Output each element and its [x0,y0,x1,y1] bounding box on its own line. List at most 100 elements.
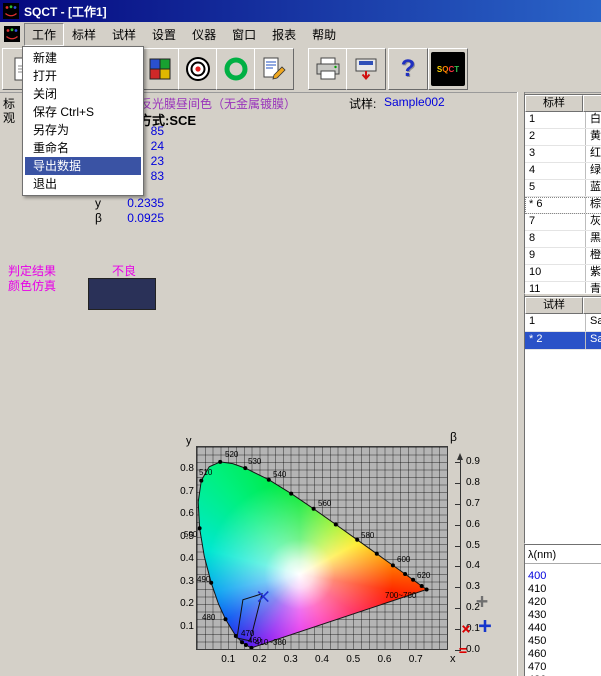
y-axis-title: y [186,435,192,447]
row-name-cell: 棕 [586,197,601,213]
table-row[interactable]: 2黄 [525,129,601,146]
color-sim-label: 颜色仿真 [8,277,56,294]
menubar-item-2[interactable]: 标样 [64,23,104,46]
wavelength-header: λ(nm) [525,545,601,564]
standards-table: 标样名称1白2黄3红4绿5蓝* 6棕7灰8黑9橙10紫11青 [524,94,601,294]
sqct-logo-icon: SQCT [431,52,465,86]
menubar-item-1[interactable]: 工作 [24,23,64,46]
x-tick-label: 0.7 [407,654,425,665]
y-label: y [95,196,101,210]
menu-item[interactable]: 打开 [25,67,141,85]
beta-tick [455,525,461,526]
table-row[interactable]: 3红 [525,146,601,163]
menubar-item-5[interactable]: 仪器 [184,23,224,46]
help-button[interactable]: ? [388,48,428,90]
row-number-cell: 9 [525,248,586,264]
table-row[interactable]: * 2Sample002 [525,332,601,350]
table-row[interactable]: 7灰 [525,214,601,231]
row-number-cell: 4 [525,163,586,179]
wavelength-row: 410 [525,583,601,596]
color-tiles-button[interactable] [140,48,180,90]
row-name-cell: 橙 [586,248,601,264]
menu-item[interactable]: 新建 [25,49,141,67]
wavelength-label: 490 [197,575,210,584]
menu-item[interactable]: 退出 [25,175,141,193]
table-header-row: 试样名称 [525,297,601,314]
menu-item[interactable]: 关闭 [25,85,141,103]
table-row[interactable]: 10紫 [525,265,601,282]
wavelength-row: 460 [525,648,601,661]
beta-tick-label: 0.4 [466,560,480,571]
beta-label: β [95,211,102,225]
printer-icon [315,56,341,82]
sqct-logo-button[interactable]: SQCT [428,48,468,90]
edit-doc-icon [261,56,287,82]
export-button[interactable] [346,48,386,90]
plot-marker: = [459,644,467,658]
menu-item[interactable]: 保存 Ctrl+S [25,103,141,121]
beta-tick [455,546,461,547]
y-tick-label: 0.8 [170,463,194,474]
beta-tick [455,608,461,609]
beta-tick [455,483,461,484]
wavelength-panel: λ(nm) 400410420430440450460470480 [524,544,601,676]
wavelength-label: 700~780 [385,591,416,600]
plot-marker: × [461,621,471,637]
menubar-item-4[interactable]: 设置 [144,23,184,46]
y-tick-label: 0.6 [170,508,194,519]
table-row[interactable]: 9橙 [525,248,601,265]
wavelength-label: 560 [318,499,331,508]
wavelength-row: 420 [525,596,601,609]
beta-tick [455,566,461,567]
table-header-cell: 试样 [525,297,583,314]
menu-item[interactable]: 重命名 [25,139,141,157]
table-row[interactable]: 1Sample001 [525,314,601,332]
menu-items: 工作标样试样设置仪器窗口报表帮助 [24,23,344,46]
context-menu: 新建打开关闭保存 Ctrl+S另存为重命名导出数据退出 [22,46,144,196]
table-row[interactable]: 5蓝 [525,180,601,197]
wavelength-row: 470 [525,661,601,674]
table-row[interactable]: 11青 [525,282,601,294]
wavelength-row: 430 [525,609,601,622]
y-value: 0.2335 [120,196,164,210]
beta-value: 0.0925 [120,211,164,225]
app-logo-icon [3,3,19,19]
plot-marker: + [476,591,488,611]
window-title: SQCT - [工作1] [24,3,107,20]
table-header-cell: 标样 [525,95,583,112]
target-button[interactable] [178,48,218,90]
beta-tick [455,504,461,505]
menubar-item-7[interactable]: 报表 [264,23,304,46]
wavelength-label: 600 [397,555,410,564]
menu-item[interactable]: 另存为 [25,121,141,139]
menubar-item-6[interactable]: 窗口 [224,23,264,46]
y-tick-label: 0.2 [170,598,194,609]
row-name-cell: 黄 [586,129,601,145]
beta-tick-label: 0.5 [466,540,480,551]
edit-doc-button[interactable] [254,48,294,90]
table-row[interactable]: 1白 [525,112,601,129]
beta-tick-label: 0.7 [466,498,480,509]
y-tick-label: 0.4 [170,553,194,564]
color-simulation-swatch [88,278,156,310]
green-ring-icon [223,56,249,82]
y-tick-label: 0.1 [170,621,194,632]
beta-tick-label: 0.6 [466,519,480,530]
printer-button[interactable] [308,48,348,90]
row-number-cell: 1 [525,314,586,331]
x-tick-label: 0.3 [282,654,300,665]
x-tick-label: 0.6 [376,654,394,665]
row-number-cell: 11 [525,282,586,294]
green-ring-button[interactable] [216,48,256,90]
table-row[interactable]: 4绿 [525,163,601,180]
menubar-item-3[interactable]: 试样 [104,23,144,46]
table-row[interactable]: 8黑 [525,231,601,248]
wavelength-label: 620 [417,571,430,580]
table-row[interactable]: * 6棕 [525,197,601,214]
document-icon [4,26,20,42]
menu-item[interactable]: 导出数据 [25,157,141,175]
y-tick-label: 0.3 [170,576,194,587]
menubar-item-8[interactable]: 帮助 [304,23,344,46]
row-number-cell: 10 [525,265,586,281]
wavelength-row: 450 [525,635,601,648]
